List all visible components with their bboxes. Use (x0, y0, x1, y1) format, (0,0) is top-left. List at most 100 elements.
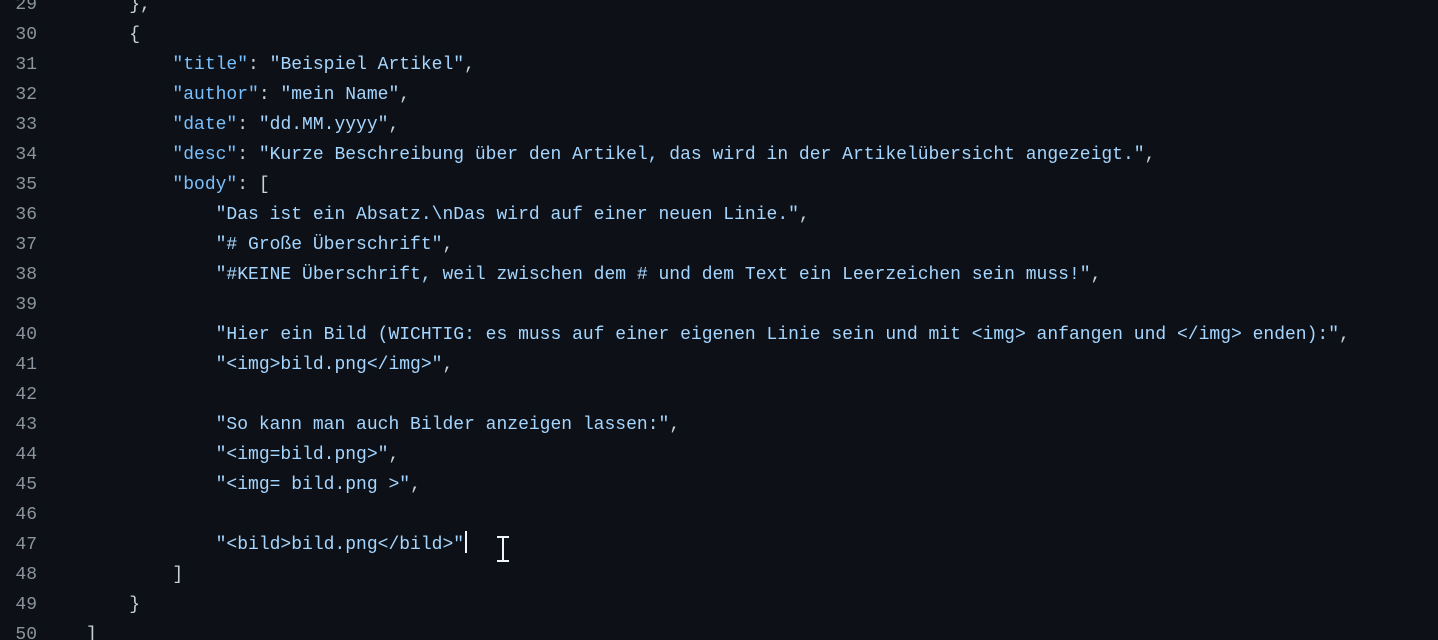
json-string: "mein Name" (280, 85, 400, 105)
code-punctuation: , (1144, 145, 1156, 165)
line-code[interactable]: { (86, 20, 140, 50)
code-punctuation: , (388, 115, 400, 135)
line-code[interactable]: "<img=bild.png>", (86, 440, 400, 470)
i-beam-cursor-icon (496, 535, 510, 563)
json-key: "date" (172, 115, 238, 135)
code-line[interactable]: 48 ] (0, 560, 1438, 590)
code-punctuation: , (442, 355, 454, 375)
code-line[interactable]: 46 (0, 500, 1438, 530)
code-punctuation: : (237, 145, 259, 165)
code-line[interactable]: 39 (0, 290, 1438, 320)
code-line[interactable]: 37 "# Große Überschrift", (0, 230, 1438, 260)
code-punctuation (86, 265, 216, 285)
code-punctuation: : (248, 55, 270, 75)
code-line[interactable]: 33 "date": "dd.MM.yyyy", (0, 110, 1438, 140)
line-number: 31 (15, 55, 37, 75)
line-number: 33 (15, 115, 37, 135)
code-line[interactable]: 49 } (0, 590, 1438, 620)
code-punctuation: , (388, 445, 400, 465)
line-code[interactable]: "<img= bild.png >", (86, 470, 421, 500)
code-line[interactable]: 44 "<img=bild.png>", (0, 440, 1438, 470)
line-code[interactable]: "So kann man auch Bilder anzeigen lassen… (86, 410, 681, 440)
json-key: "author" (172, 85, 259, 105)
line-number: 34 (15, 145, 37, 165)
line-number: 38 (15, 265, 37, 285)
json-key: "title" (172, 55, 249, 75)
code-punctuation: , (1339, 325, 1350, 345)
line-code[interactable]: "#KEINE Überschrift, weil zwischen dem #… (86, 260, 1102, 290)
line-number: 45 (15, 475, 37, 495)
code-punctuation (86, 55, 172, 75)
json-key: "desc" (172, 145, 238, 165)
code-line[interactable]: 36 "Das ist ein Absatz.\nDas wird auf ei… (0, 200, 1438, 230)
line-code[interactable]: "# Große Überschrift", (86, 230, 454, 260)
code-punctuation: , (442, 235, 454, 255)
code-punctuation: : (237, 115, 259, 135)
code-line[interactable]: 40 "Hier ein Bild (WICHTIG: es muss auf … (0, 320, 1438, 350)
code-punctuation (86, 475, 216, 495)
line-number: 42 (15, 385, 37, 405)
code-punctuation (86, 235, 216, 255)
line-code[interactable]: "body": [ (86, 170, 270, 200)
code-line[interactable]: 32 "author": "mein Name", (0, 80, 1438, 110)
code-punctuation: , (410, 475, 421, 495)
json-string: "<img=bild.png>" (215, 445, 389, 465)
line-number: 35 (15, 175, 37, 195)
json-string: "# Große Überschrift" (215, 235, 443, 255)
line-code[interactable]: } (86, 590, 140, 620)
json-string: "#KEINE Überschrift, weil zwischen dem #… (215, 265, 1091, 285)
line-number: 41 (15, 355, 37, 375)
code-punctuation: , (798, 205, 810, 225)
json-string: "Das ist ein Absatz.\nDas wird auf einer… (215, 205, 799, 225)
code-punctuation: { (86, 25, 141, 45)
line-code[interactable]: ] (86, 620, 97, 640)
line-number: 47 (15, 535, 37, 555)
code-punctuation: , (669, 415, 681, 435)
code-punctuation (86, 355, 216, 375)
line-code[interactable]: "date": "dd.MM.yyyy", (86, 110, 399, 140)
line-code[interactable]: "desc": "Kurze Beschreibung über den Art… (86, 140, 1155, 170)
code-punctuation: , (464, 55, 475, 75)
line-number: 39 (15, 295, 37, 315)
line-number: 43 (15, 415, 37, 435)
code-punctuation: } (86, 595, 141, 615)
code-punctuation (86, 175, 172, 195)
code-punctuation (86, 415, 216, 435)
line-code[interactable]: "<bild>bild.png</bild>" (86, 530, 468, 560)
line-code[interactable]: }, (86, 0, 151, 20)
code-line[interactable]: 34 "desc": "Kurze Beschreibung über den … (0, 140, 1438, 170)
code-punctuation (86, 145, 172, 165)
code-line[interactable]: 43 "So kann man auch Bilder anzeigen las… (0, 410, 1438, 440)
line-number: 32 (15, 85, 37, 105)
line-code[interactable]: "Das ist ein Absatz.\nDas wird auf einer… (86, 200, 810, 230)
code-lines[interactable]: 29 }, 30 {31 "title": "Beispiel Artikel",… (0, 0, 1438, 640)
json-string: "dd.MM.yyyy" (258, 115, 389, 135)
line-number: 40 (15, 325, 37, 345)
code-line[interactable]: 38 "#KEINE Überschrift, weil zwischen de… (0, 260, 1438, 290)
code-punctuation: ] (86, 565, 184, 585)
json-string: "So kann man auch Bilder anzeigen lassen… (215, 415, 670, 435)
line-code[interactable]: "title": "Beispiel Artikel", (86, 50, 475, 80)
code-punctuation: , (399, 85, 411, 105)
line-number: 50 (15, 625, 37, 640)
code-punctuation: : [ (237, 175, 270, 195)
code-line[interactable]: 30 { (0, 20, 1438, 50)
code-line[interactable]: 42 (0, 380, 1438, 410)
code-line[interactable]: 45 "<img= bild.png >", (0, 470, 1438, 500)
line-code[interactable]: "author": "mein Name", (86, 80, 410, 110)
code-punctuation (86, 445, 216, 465)
code-line[interactable]: 35 "body": [ (0, 170, 1438, 200)
code-line[interactable]: 29 }, (0, 0, 1438, 20)
code-line[interactable]: 31 "title": "Beispiel Artikel", (0, 50, 1438, 80)
code-punctuation: : (258, 85, 281, 105)
code-line[interactable]: 41 "<img>bild.png</img>", (0, 350, 1438, 380)
code-line[interactable]: 47 "<bild>bild.png</bild>" (0, 530, 1438, 560)
json-string: "Kurze Beschreibung über den Artikel, da… (258, 145, 1145, 165)
json-string: "<bild>bild.png</bild>" (215, 535, 465, 555)
line-code[interactable]: ] (86, 560, 183, 590)
code-editor[interactable]: 29 }, 30 {31 "title": "Beispiel Artikel",… (0, 0, 1438, 640)
json-key: "body" (172, 175, 238, 195)
line-code[interactable]: "<img>bild.png</img>", (86, 350, 454, 380)
code-line[interactable]: 50] (0, 620, 1438, 640)
line-code[interactable]: "Hier ein Bild (WICHTIG: es muss auf ein… (86, 320, 1350, 350)
